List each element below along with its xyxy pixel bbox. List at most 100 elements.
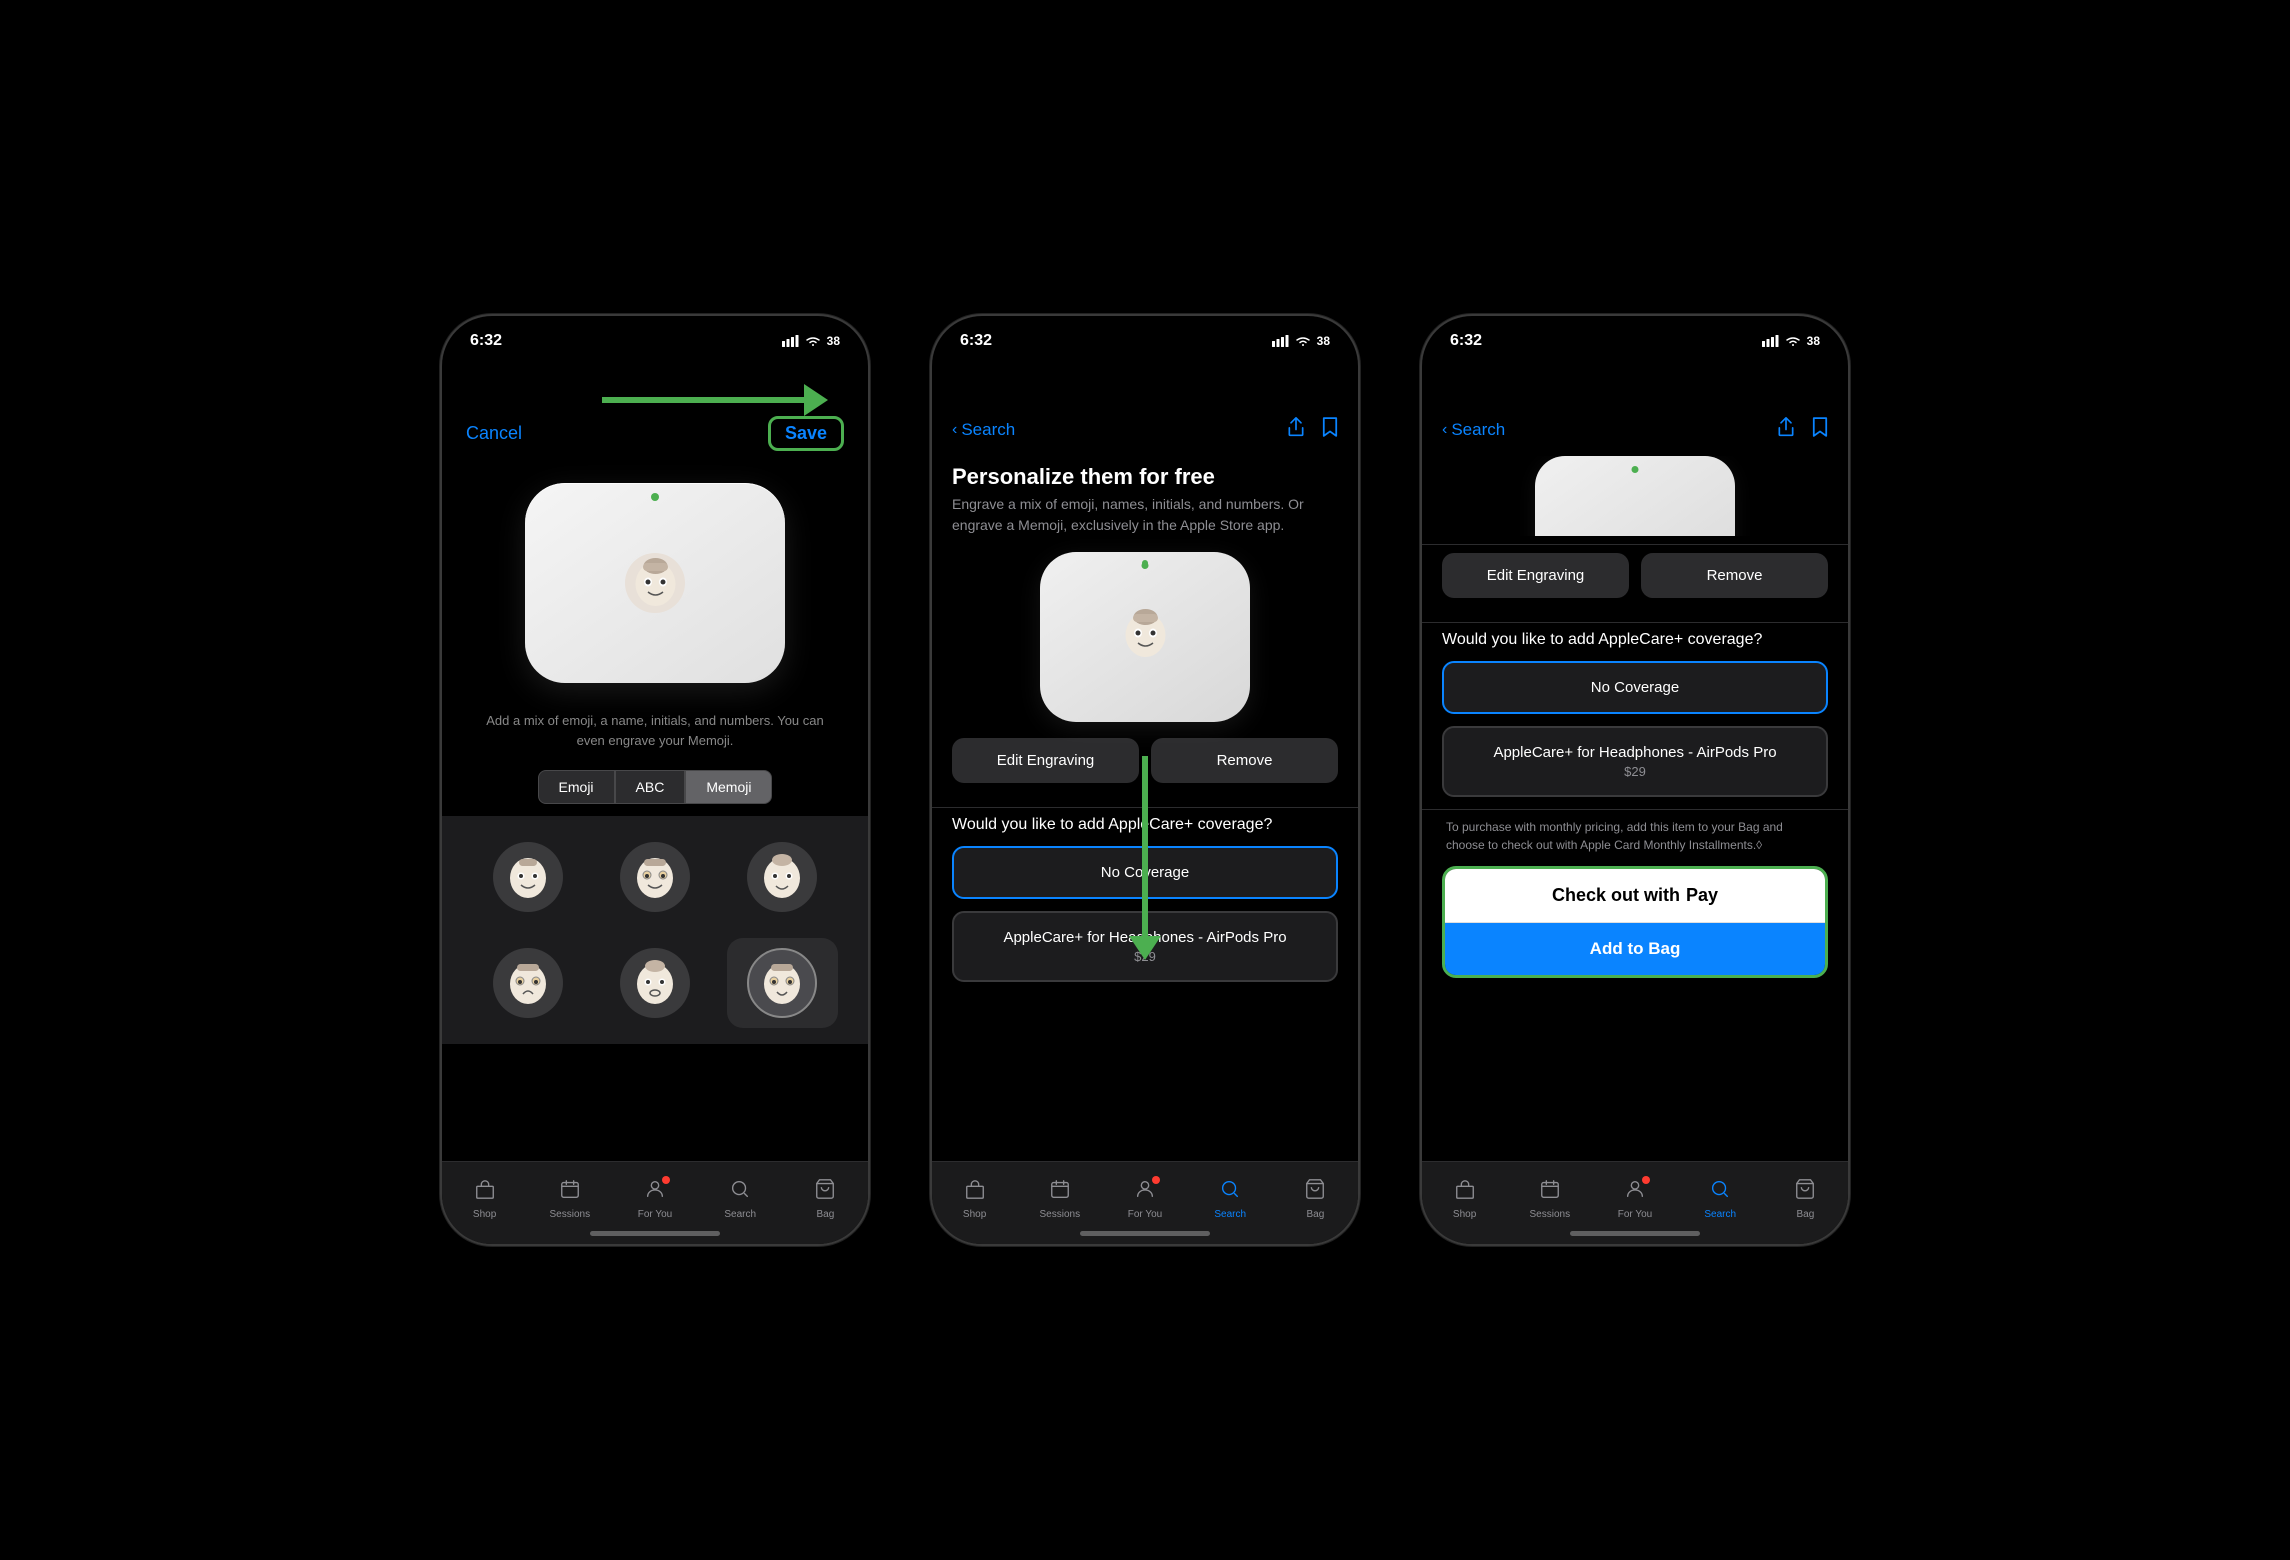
tab-label-sessions-3: Sessions [1530,1209,1571,1220]
tab-sessions-1[interactable]: Sessions [527,1178,612,1220]
checkout-pay-text: Check out with [1552,885,1680,906]
signal-icon-1 [782,335,799,347]
signal-icon-2 [1272,335,1289,347]
share-icon-3[interactable] [1776,416,1796,444]
foryou-svg-2 [1134,1178,1156,1200]
search-icon-tab-2 [1219,1178,1241,1206]
back-search-3[interactable]: ‹ Search [1442,420,1505,440]
memoji-on-case-1 [625,553,685,613]
tab-label-search-2: Search [1214,1209,1246,1220]
coverage-yes-label-3: AppleCare+ for Headphones - AirPods Pro [1460,744,1810,761]
separator-3b [1422,622,1848,623]
sessions-icon-1 [559,1178,581,1206]
checkout-info-3: To purchase with monthly pricing, add th… [1442,818,1828,854]
remove-btn-3[interactable]: Remove [1641,553,1828,598]
tab-bag-2[interactable]: Bag [1273,1178,1358,1220]
cancel-button[interactable]: Cancel [466,423,522,444]
tab-search-3[interactable]: Search [1678,1178,1763,1220]
dynamic-island-1 [595,328,715,362]
checkout-buttons-group: Check out with Pay Add to Bag [1442,866,1828,978]
sessions-svg-3 [1539,1178,1561,1200]
memoji-item-2[interactable] [599,832,710,922]
status-icons-2: 38 [1272,334,1330,348]
bookmark-icon-3[interactable] [1812,416,1828,444]
seg-abc[interactable]: ABC [615,770,686,804]
save-button[interactable]: Save [768,416,844,451]
engrave-description: Add a mix of emoji, a name, initials, an… [442,703,868,758]
bag-icon-3 [1794,1178,1816,1206]
edit-engraving-btn-2[interactable]: Edit Engraving [952,738,1139,783]
airpods-top-crop [1422,456,1848,536]
tab-foryou-3[interactable]: For You [1592,1178,1677,1220]
checkout-pay-button[interactable]: Check out with Pay [1445,869,1825,923]
memoji-item-6-selected[interactable] [727,938,838,1028]
chevron-icon-3: ‹ [1442,421,1447,439]
memoji-item-3[interactable] [727,832,838,922]
bookmark-icon-2[interactable] [1322,416,1338,444]
green-right-arrow [602,384,828,416]
sessions-icon-2 [1049,1178,1071,1206]
home-indicator-2 [1080,1231,1210,1236]
tab-bag-3[interactable]: Bag [1763,1178,1848,1220]
tab-label-sessions-1: Sessions [550,1209,591,1220]
signal-icon-3 [1762,335,1779,347]
memoji-grid [442,816,868,1044]
memoji-face-2 [620,842,690,912]
arrow-shaft-h [602,397,804,403]
back-label-3: Search [1451,420,1505,440]
memoji-item-4[interactable] [472,938,583,1028]
status-icons-1: 38 [782,334,840,348]
remove-btn-2[interactable]: Remove [1151,738,1338,783]
share-icon-2[interactable] [1286,416,1306,444]
coverage-section-3: Would you like to add AppleCare+ coverag… [1422,631,1848,797]
tab-shop-2[interactable]: Shop [932,1178,1017,1220]
chevron-icon-2: ‹ [952,421,957,439]
separator-3c [1422,809,1848,810]
tab-shop-1[interactable]: Shop [442,1178,527,1220]
status-icons-3: 38 [1762,334,1820,348]
bag-svg-1 [814,1178,836,1200]
shop-svg-1 [474,1178,496,1200]
seg-emoji[interactable]: Emoji [538,770,615,804]
tab-sessions-3[interactable]: Sessions [1507,1178,1592,1220]
tab-foryou-2[interactable]: For You [1102,1178,1187,1220]
dynamic-island-2 [1085,328,1205,362]
time-1: 6:32 [470,332,502,350]
tab-search-2[interactable]: Search [1188,1178,1273,1220]
tab-foryou-1[interactable]: For You [612,1178,697,1220]
foryou-svg-3 [1624,1178,1646,1200]
tab-sessions-2[interactable]: Sessions [1017,1178,1102,1220]
tab-bag-1[interactable]: Bag [783,1178,868,1220]
search-svg-2 [1219,1178,1241,1200]
tab-search-1[interactable]: Search [698,1178,783,1220]
memoji-5-svg [630,958,680,1008]
memoji-item-1[interactable] [472,832,583,922]
coverage-price-3: $29 [1460,764,1810,779]
memoji-face-5 [620,948,690,1018]
header-icons-2 [1286,416,1338,444]
memoji-item-5[interactable] [599,938,710,1028]
bookmark-svg-2 [1322,416,1338,438]
coverage-no-btn-3[interactable]: No Coverage [1442,661,1828,714]
seg-memoji[interactable]: Memoji [685,770,772,804]
phone-2: 6:32 38 ‹ Search [930,314,1360,1246]
shop-icon-1 [474,1178,496,1206]
tab-label-foryou-3: For You [1618,1209,1652,1220]
add-to-bag-button[interactable]: Add to Bag [1445,923,1825,975]
memoji-svg-1 [628,556,683,611]
arrow-shaft-v-2 [1142,756,1148,936]
foryou-icon-2 [1134,1178,1156,1206]
battery-icon-2: 38 [1317,334,1330,348]
bag-icon-2 [1304,1178,1326,1206]
back-search-2[interactable]: ‹ Search [952,420,1015,440]
share-svg-3 [1776,416,1796,438]
coverage-yes-btn-3[interactable]: AppleCare+ for Headphones - AirPods Pro … [1442,726,1828,797]
edit-engraving-btn-3[interactable]: Edit Engraving [1442,553,1629,598]
shop-svg-2 [964,1178,986,1200]
tab-label-bag-1: Bag [817,1209,835,1220]
memoji-3-svg [757,852,807,902]
tab-shop-3[interactable]: Shop [1422,1178,1507,1220]
green-down-arrow-2 [1129,756,1161,960]
memoji-face-6 [747,948,817,1018]
airpods-case-3-cropped [1535,456,1735,536]
